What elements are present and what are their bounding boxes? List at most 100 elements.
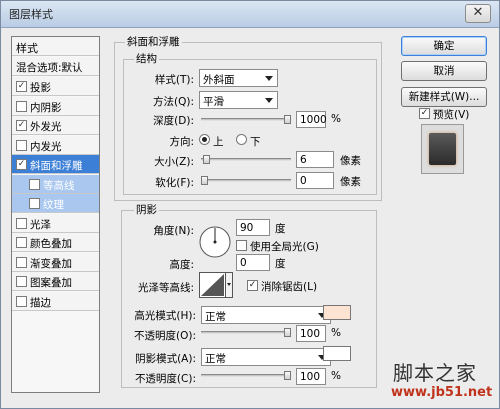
- preview-thumbnail: [421, 124, 464, 174]
- effect-checkbox[interactable]: [16, 295, 27, 307]
- title-bar[interactable]: 图层样式 ✕: [1, 1, 499, 28]
- preview-checkbox[interactable]: ✓: [419, 108, 430, 119]
- style-list-item[interactable]: 描边: [12, 291, 99, 311]
- effect-label: 图案叠加: [30, 277, 72, 289]
- style-list-item[interactable]: 图案叠加: [12, 272, 99, 291]
- soften-label: 软化(F):: [155, 177, 194, 189]
- style-list-item[interactable]: 等高线: [12, 174, 99, 194]
- gloss-contour-picker[interactable]: [199, 272, 233, 298]
- effect-checkbox[interactable]: ✓: [16, 159, 27, 170]
- blend-options-default[interactable]: 混合选项:默认: [12, 57, 99, 76]
- shadow-opacity-value: 100: [300, 371, 321, 383]
- highlight-opacity-thumb[interactable]: [284, 328, 291, 337]
- highlight-mode-label: 高光模式(H):: [134, 310, 196, 322]
- angle-input[interactable]: 90: [236, 219, 270, 236]
- preview-label[interactable]: 预览(V): [433, 107, 469, 122]
- bevel-emboss-title: 斜面和浮雕: [125, 34, 182, 49]
- highlight-mode-select[interactable]: 正常: [201, 306, 331, 324]
- antialias-label[interactable]: 消除锯齿(L): [261, 279, 317, 294]
- effect-label: 斜面和浮雕: [30, 160, 83, 172]
- size-slider-thumb[interactable]: [203, 155, 210, 164]
- effect-label: 内阴影: [30, 101, 62, 114]
- depth-slider-thumb[interactable]: [284, 115, 291, 124]
- effect-checkbox[interactable]: ✓: [16, 120, 27, 131]
- angle-value: 90: [240, 222, 254, 234]
- effect-checkbox[interactable]: [16, 139, 27, 151]
- style-list-item[interactable]: 颜色叠加: [12, 233, 99, 252]
- style-list-item[interactable]: ✓ 斜面和浮雕: [12, 155, 99, 174]
- depth-slider[interactable]: [201, 115, 291, 124]
- effect-label: 颜色叠加: [30, 238, 72, 250]
- style-list-item[interactable]: ✓ 投影: [12, 77, 99, 96]
- shadow-opacity-unit: %: [331, 370, 341, 382]
- shadow-opacity-input[interactable]: 100: [296, 368, 326, 385]
- technique-label: 方法(Q):: [153, 96, 194, 108]
- watermark-url: www.jb51.net: [391, 385, 493, 400]
- highlight-opacity-slider[interactable]: [201, 328, 291, 337]
- ok-button[interactable]: 确定: [401, 36, 487, 56]
- chevron-down-icon: [265, 98, 273, 103]
- highlight-opacity-label: 不透明度(O):: [134, 330, 196, 342]
- angle-dial[interactable]: [198, 225, 232, 259]
- highlight-mode-value: 正常: [205, 311, 226, 323]
- technique-select[interactable]: 平滑: [199, 91, 278, 109]
- style-select[interactable]: 外斜面: [199, 69, 278, 87]
- effect-checkbox[interactable]: [16, 217, 27, 229]
- size-slider[interactable]: [201, 155, 291, 164]
- angle-unit: 度: [275, 223, 286, 235]
- highlight-opacity-value: 100: [300, 328, 321, 340]
- angle-label: 角度(N):: [153, 225, 194, 237]
- altitude-input[interactable]: 0: [236, 254, 270, 271]
- size-unit: 像素: [340, 155, 361, 167]
- direction-up-label[interactable]: 上: [213, 134, 224, 149]
- antialias-checkbox[interactable]: ✓: [247, 280, 258, 291]
- style-list-item[interactable]: 内发光: [12, 135, 99, 155]
- soften-value: 0: [300, 175, 307, 187]
- shadow-color-swatch[interactable]: [323, 346, 351, 361]
- direction-down-radio[interactable]: [236, 134, 247, 145]
- effect-checkbox[interactable]: [16, 237, 27, 248]
- depth-label: 深度(D):: [153, 115, 194, 127]
- shadow-opacity-slider[interactable]: [201, 371, 291, 380]
- layer-style-dialog: 图层样式 ✕ 样式 混合选项:默认 ✓ 投影 内阴影 ✓ 外发光 内发光 ✓ 斜面和浮雕 等高线…: [0, 0, 500, 409]
- direction-down-label[interactable]: 下: [250, 134, 261, 149]
- style-list-item[interactable]: 光泽: [12, 213, 99, 233]
- soften-input[interactable]: 0: [296, 172, 334, 189]
- structure-title: 结构: [134, 51, 159, 66]
- soften-unit: 像素: [340, 176, 361, 188]
- effect-label: 光泽: [30, 218, 51, 231]
- shadow-mode-select[interactable]: 正常: [201, 348, 331, 366]
- direction-label: 方向:: [169, 136, 194, 148]
- highlight-color-swatch[interactable]: [323, 305, 351, 320]
- global-light-checkbox[interactable]: [236, 240, 247, 251]
- soften-slider-thumb[interactable]: [201, 176, 208, 185]
- shadow-opacity-thumb[interactable]: [284, 371, 291, 380]
- technique-select-value: 平滑: [203, 96, 224, 108]
- style-select-value: 外斜面: [203, 74, 235, 86]
- style-list-item[interactable]: 渐变叠加: [12, 252, 99, 272]
- style-list-item[interactable]: 纹理: [12, 194, 99, 213]
- effect-checkbox[interactable]: [29, 198, 40, 209]
- direction-up-radio[interactable]: [199, 134, 210, 145]
- cancel-button[interactable]: 取消: [401, 61, 487, 81]
- effect-checkbox[interactable]: [16, 256, 27, 268]
- effect-checkbox[interactable]: [29, 178, 40, 190]
- effect-label: 纹理: [43, 199, 64, 211]
- global-light-label[interactable]: 使用全局光(G): [250, 239, 319, 254]
- style-list-item[interactable]: 内阴影: [12, 96, 99, 116]
- blend-options-label: 混合选项:默认: [16, 62, 83, 74]
- soften-slider[interactable]: [201, 176, 291, 185]
- effect-checkbox[interactable]: [16, 276, 27, 287]
- new-style-button[interactable]: 新建样式(W)...: [401, 87, 487, 107]
- highlight-opacity-unit: %: [331, 327, 341, 339]
- altitude-unit: 度: [275, 258, 286, 270]
- effect-checkbox[interactable]: ✓: [16, 81, 27, 92]
- effect-label: 描边: [30, 296, 51, 309]
- style-list-header[interactable]: 样式: [12, 37, 99, 56]
- close-button[interactable]: ✕: [465, 4, 491, 23]
- depth-input[interactable]: 1000: [296, 111, 327, 128]
- highlight-opacity-input[interactable]: 100: [296, 325, 326, 342]
- size-input[interactable]: 6: [296, 151, 334, 168]
- effect-checkbox[interactable]: [16, 100, 27, 112]
- style-list-item[interactable]: ✓ 外发光: [12, 116, 99, 135]
